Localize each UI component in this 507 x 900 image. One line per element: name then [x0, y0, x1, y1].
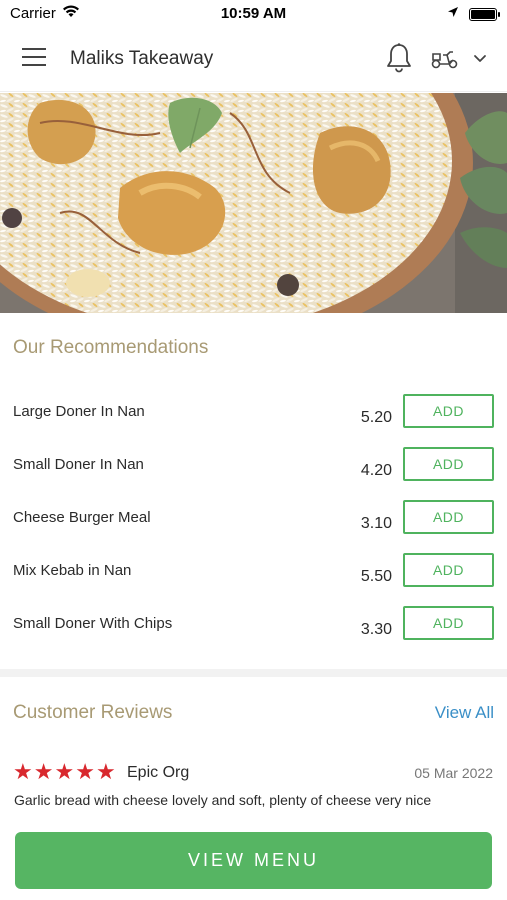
- add-button[interactable]: ADD: [403, 447, 494, 481]
- rating-stars: ★ ★ ★ ★ ★: [13, 761, 116, 783]
- reviews-title: Customer Reviews: [13, 702, 173, 723]
- item-name: Mix Kebab in Nan: [13, 562, 132, 579]
- star-icon: ★: [33, 759, 54, 784]
- item-name: Small Doner In Nan: [13, 456, 144, 473]
- status-time: 10:59 AM: [220, 5, 287, 22]
- chevron-down-icon[interactable]: [471, 50, 489, 66]
- item-name: Large Doner In Nan: [13, 403, 145, 420]
- item-price: 3.10: [360, 515, 392, 532]
- item-price: 3.30: [360, 621, 392, 638]
- star-icon: ★: [95, 759, 116, 784]
- star-icon: ★: [75, 759, 95, 784]
- star-icon: ★: [54, 759, 75, 784]
- add-button[interactable]: ADD: [403, 553, 494, 587]
- star-icon: ★: [13, 759, 33, 784]
- recommendation-item: Small Doner With Chips 3.30 ADD: [0, 606, 507, 668]
- view-menu-button[interactable]: VIEW MENU: [15, 832, 492, 889]
- add-button[interactable]: ADD: [403, 500, 494, 534]
- add-button[interactable]: ADD: [403, 394, 494, 428]
- item-price: 4.20: [360, 462, 392, 479]
- scooter-icon[interactable]: [430, 44, 460, 72]
- add-button[interactable]: ADD: [403, 606, 494, 640]
- item-price: 5.20: [360, 409, 392, 426]
- recommendations-title: Our Recommendations: [13, 337, 209, 358]
- hero-food-image: [0, 93, 507, 313]
- battery-icon: [469, 7, 500, 21]
- item-name: Cheese Burger Meal: [13, 509, 151, 526]
- reviewer-name: Epic Org: [127, 764, 190, 781]
- status-bar: Carrier 10:59 AM: [0, 0, 507, 28]
- item-price: 5.50: [360, 568, 392, 585]
- section-divider: [0, 669, 507, 677]
- review-date: 05 Mar 2022: [414, 765, 493, 781]
- app-title: Maliks Takeaway: [70, 48, 214, 69]
- menu-icon[interactable]: [22, 48, 48, 70]
- location-arrow-icon: [447, 5, 459, 23]
- bell-icon[interactable]: [384, 42, 414, 74]
- app-header: Maliks Takeaway: [0, 28, 507, 92]
- review-text: Garlic bread with cheese lovely and soft…: [14, 792, 432, 808]
- view-all-link[interactable]: View All: [435, 703, 494, 723]
- item-name: Small Doner With Chips: [13, 615, 173, 632]
